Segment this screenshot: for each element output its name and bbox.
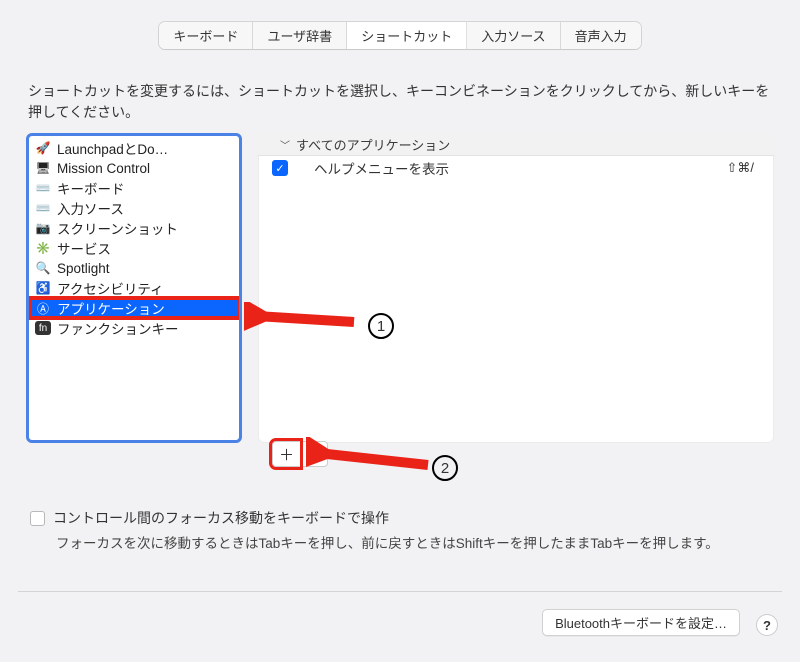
add-remove-controls: ＋ − <box>272 441 328 467</box>
add-shortcut-button[interactable]: ＋ <box>272 441 300 467</box>
sidebar-item-label: Spotlight <box>57 261 110 276</box>
divider <box>18 591 782 592</box>
sidebar-item-label: キーボード <box>57 178 125 198</box>
sidebar-item-label: LaunchpadとDo… <box>57 138 168 158</box>
enable-shortcut-checkbox[interactable]: ✓ <box>272 160 288 176</box>
keyboard-focus-checkbox[interactable] <box>30 511 45 526</box>
sidebar-item-spotlight[interactable]: 🔍 Spotlight <box>29 258 239 278</box>
camera-icon: 📷 <box>35 220 51 236</box>
gear-icon: ✳️ <box>35 240 51 256</box>
remove-shortcut-button[interactable]: − <box>300 441 328 467</box>
bluetooth-keyboard-button[interactable]: Bluetoothキーボードを設定… <box>542 609 740 636</box>
categories-sidebar[interactable]: 🚀 LaunchpadとDo… 🖥 Mission Control ⌨️ キーボ… <box>26 133 242 443</box>
shortcut-row[interactable]: ✓ ヘルプメニューを表示 ⇧⌘/ <box>258 156 774 180</box>
tab-user-dictionary[interactable]: ユーザ辞書 <box>253 22 347 49</box>
sidebar-item-screenshot[interactable]: 📷 スクリーンショット <box>29 218 239 238</box>
sidebar-item-label: サービス <box>57 238 111 258</box>
shortcuts-list[interactable]: ﹀ すべてのアプリケーション ✓ ヘルプメニューを表示 ⇧⌘/ <box>258 133 774 443</box>
tab-shortcuts[interactable]: ショートカット <box>347 22 467 49</box>
sidebar-item-mission-control[interactable]: 🖥 Mission Control <box>29 158 239 178</box>
sidebar-item-label: ファンクションキー <box>57 318 179 338</box>
accessibility-icon: ♿️ <box>35 280 51 296</box>
shortcut-label: ヘルプメニューを表示 <box>314 158 726 178</box>
sidebar-item-label: アクセシビリティ <box>57 278 164 298</box>
keyboard-icon: ⌨️ <box>35 200 51 216</box>
mission-control-icon: 🖥 <box>35 160 51 176</box>
annotation-number-1: 1 <box>368 313 394 339</box>
keyboard-focus-help: フォーカスを次に移動するときはTabキーを押し、前に戻すときはShiftキーを押… <box>56 534 772 555</box>
tab-keyboard[interactable]: キーボード <box>159 22 253 49</box>
tab-input-sources[interactable]: 入力ソース <box>467 22 560 49</box>
help-button[interactable]: ? <box>756 614 778 636</box>
group-header-label: すべてのアプリケーション <box>296 135 450 154</box>
sidebar-item-label: スクリーンショット <box>57 218 178 238</box>
shortcuts-description: ショートカットを変更するには、ショートカットを選択し、キーコンビネーションをクリ… <box>0 49 800 133</box>
sidebar-item-accessibility[interactable]: ♿️ アクセシビリティ <box>29 278 239 298</box>
search-icon: 🔍 <box>35 260 51 276</box>
group-header-all-apps[interactable]: ﹀ すべてのアプリケーション <box>258 133 774 156</box>
keyboard-prefs-window: キーボード ユーザ辞書 ショートカット 入力ソース 音声入力 ショートカットを変… <box>0 0 800 662</box>
app-icon: Ⓐ <box>35 300 51 316</box>
sidebar-item-keyboard[interactable]: ⌨️ キーボード <box>29 178 239 198</box>
sidebar-item-function-keys[interactable]: fn ファンクションキー <box>29 318 239 338</box>
prefs-tabbar: キーボード ユーザ辞書 ショートカット 入力ソース 音声入力 <box>0 0 800 49</box>
keyboard-focus-row: コントロール間のフォーカス移動をキーボードで操作 <box>30 508 389 528</box>
launchpad-icon: 🚀 <box>35 140 51 156</box>
sidebar-item-label: Mission Control <box>57 161 150 176</box>
tab-dictation[interactable]: 音声入力 <box>561 22 641 49</box>
sidebar-item-launchpad[interactable]: 🚀 LaunchpadとDo… <box>29 138 239 158</box>
annotation-number-2: 2 <box>432 455 458 481</box>
keyboard-icon: ⌨️ <box>35 180 51 196</box>
sidebar-item-services[interactable]: ✳️ サービス <box>29 238 239 258</box>
fn-icon: fn <box>35 321 51 335</box>
tabbar-segmented: キーボード ユーザ辞書 ショートカット 入力ソース 音声入力 <box>159 22 640 49</box>
chevron-down-icon: ﹀ <box>280 137 290 152</box>
sidebar-item-input-sources[interactable]: ⌨️ 入力ソース <box>29 198 239 218</box>
shortcuts-content: 🚀 LaunchpadとDo… 🖥 Mission Control ⌨️ キーボ… <box>0 133 800 443</box>
sidebar-item-applications[interactable]: Ⓐ アプリケーション <box>29 298 239 318</box>
shortcut-keys[interactable]: ⇧⌘/ <box>726 160 760 176</box>
sidebar-item-label: アプリケーション <box>57 298 165 318</box>
keyboard-focus-label: コントロール間のフォーカス移動をキーボードで操作 <box>53 508 389 528</box>
sidebar-item-label: 入力ソース <box>57 198 124 218</box>
